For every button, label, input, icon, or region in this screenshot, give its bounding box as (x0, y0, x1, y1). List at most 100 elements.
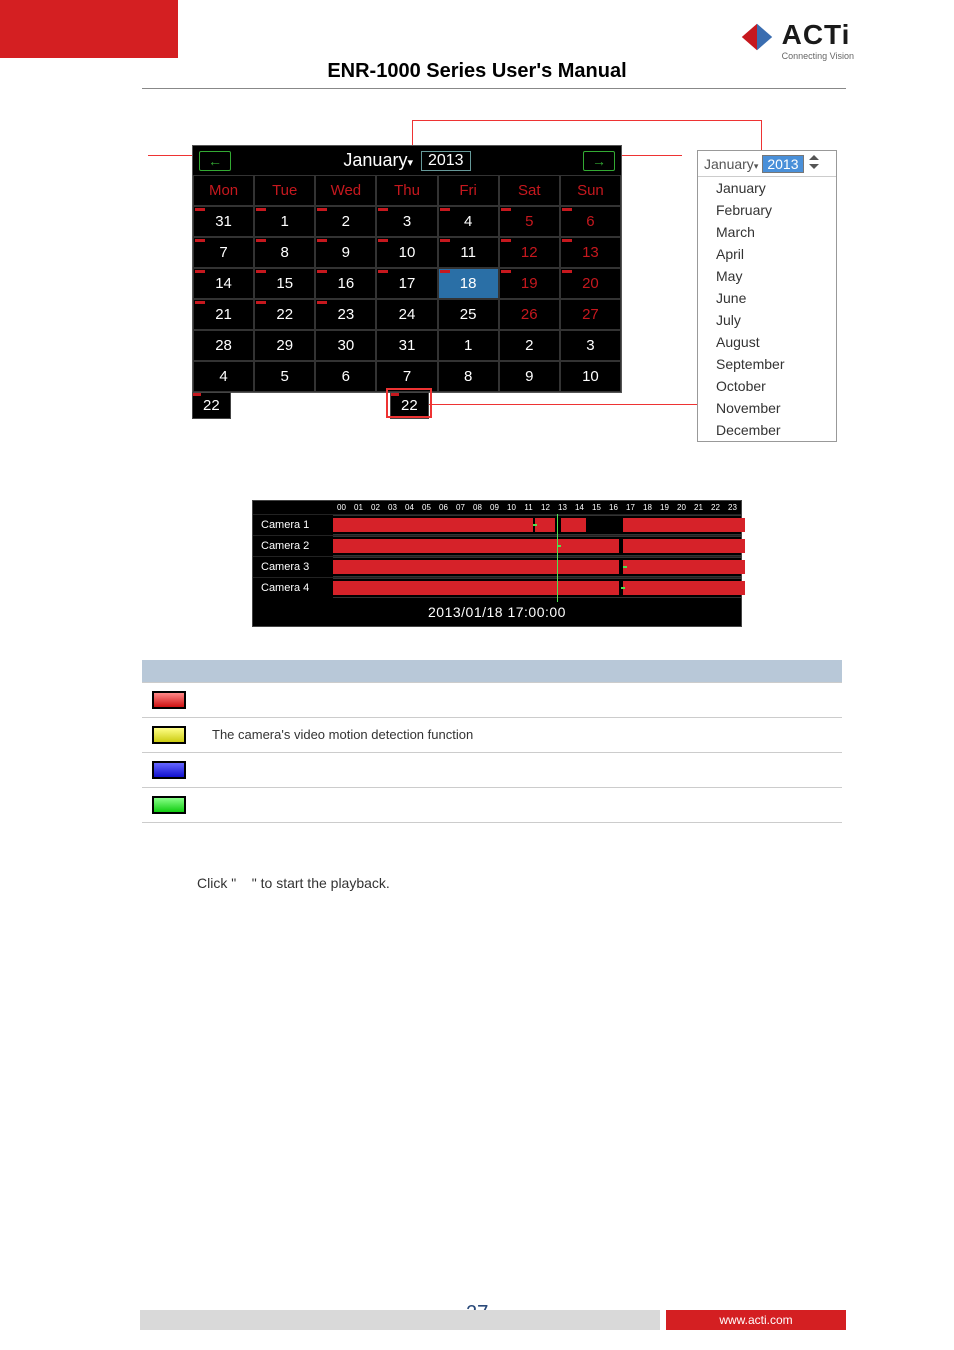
calendar-dow: Thu (376, 175, 437, 206)
timeline-camera-label: Camera 1 (253, 515, 333, 535)
calendar-day[interactable]: 19 (499, 268, 560, 299)
calendar-day[interactable]: 29 (254, 330, 315, 361)
timeline-bar[interactable] (333, 557, 741, 577)
timeline-hour-label: 09 (486, 503, 503, 512)
timeline-hour-label: 07 (452, 503, 469, 512)
calendar-year-box[interactable]: 2013 (421, 151, 471, 171)
month-dropdown-item[interactable]: December (698, 419, 836, 441)
calendar-day[interactable]: 3 (560, 330, 621, 361)
calendar-day[interactable]: 15 (254, 268, 315, 299)
calendar-day[interactable]: 25 (438, 299, 499, 330)
calendar-dow: Tue (254, 175, 315, 206)
timeline-hour-label: 16 (605, 503, 622, 512)
brand-name: ACTi (782, 19, 854, 51)
calendar-prev-button[interactable]: ← (199, 151, 231, 171)
month-dropdown-month[interactable]: January▾ (704, 156, 758, 172)
legend-swatch-icon (152, 761, 186, 779)
calendar-day[interactable]: 9 (315, 237, 376, 268)
timeline-green-dot (623, 566, 627, 568)
title-underline (142, 88, 846, 89)
calendar-day[interactable]: 11 (438, 237, 499, 268)
calendar-day[interactable]: 5 (254, 361, 315, 392)
calendar-day[interactable]: 28 (193, 330, 254, 361)
timeline-segment (333, 539, 496, 553)
month-dropdown-item[interactable]: September (698, 353, 836, 375)
calendar-day[interactable]: 4 (438, 206, 499, 237)
calendar-day[interactable]: 6 (560, 206, 621, 237)
calendar-day[interactable]: 26 (499, 299, 560, 330)
day-badge-left: 22 (192, 392, 231, 419)
month-dropdown: January▾ 2013 JanuaryFebruaryMarchAprilM… (697, 150, 837, 442)
calendar-day[interactable]: 5 (499, 206, 560, 237)
calendar-dow: Fri (438, 175, 499, 206)
timeline-segment (623, 581, 745, 595)
timeline-bar[interactable] (333, 515, 741, 535)
calendar-day[interactable]: 18 (438, 268, 499, 299)
calendar-day[interactable]: 24 (376, 299, 437, 330)
calendar-day[interactable]: 2 (315, 206, 376, 237)
calendar-month-label[interactable]: January▾ (343, 150, 413, 171)
month-dropdown-item[interactable]: August (698, 331, 836, 353)
timeline-segment (333, 518, 533, 532)
month-dropdown-item[interactable]: November (698, 397, 836, 419)
calendar-day[interactable]: 12 (499, 237, 560, 268)
calendar-day[interactable]: 4 (193, 361, 254, 392)
calendar-day[interactable]: 8 (254, 237, 315, 268)
month-dropdown-item[interactable]: June (698, 287, 836, 309)
calendar-day[interactable]: 2 (499, 330, 560, 361)
calendar-day[interactable]: 1 (438, 330, 499, 361)
timeline-hour-label: 01 (350, 503, 367, 512)
month-dropdown-item[interactable]: January (698, 177, 836, 199)
timeline-bar[interactable] (333, 578, 741, 598)
month-dropdown-item[interactable]: February (698, 199, 836, 221)
instruction-text: Click " " to start the playback. (197, 875, 390, 891)
timeline-hour-label: 05 (418, 503, 435, 512)
legend-row: The camera's video motion detection func… (142, 717, 842, 752)
calendar-day[interactable]: 1 (254, 206, 315, 237)
calendar-day[interactable]: 22 (254, 299, 315, 330)
timeline-row: Camera 2 (253, 535, 741, 556)
calendar-day[interactable]: 8 (438, 361, 499, 392)
month-dropdown-item[interactable]: April (698, 243, 836, 265)
calendar-next-button[interactable]: → (583, 151, 615, 171)
calendar-day[interactable]: 31 (193, 206, 254, 237)
calendar-day[interactable]: 7 (193, 237, 254, 268)
calendar-day[interactable]: 10 (560, 361, 621, 392)
timeline-cursor[interactable] (557, 514, 558, 602)
timeline-hour-label: 15 (588, 503, 605, 512)
timeline-bar[interactable] (333, 536, 741, 556)
timeline-segment (557, 581, 618, 595)
calendar-day[interactable]: 27 (560, 299, 621, 330)
calendar-day[interactable]: 31 (376, 330, 437, 361)
timeline-camera-label: Camera 4 (253, 578, 333, 598)
timeline-timestamp: 2013/01/18 17:00:00 (253, 598, 741, 626)
calendar-day[interactable]: 20 (560, 268, 621, 299)
month-dropdown-item[interactable]: July (698, 309, 836, 331)
timeline-segment (333, 581, 557, 595)
calendar-day[interactable]: 21 (193, 299, 254, 330)
calendar-day[interactable]: 16 (315, 268, 376, 299)
calendar-day[interactable]: 13 (560, 237, 621, 268)
legend-row (142, 682, 842, 717)
month-dropdown-year[interactable]: 2013 (762, 155, 803, 173)
year-spinner-icon[interactable] (808, 154, 820, 173)
brand-tagline: Connecting Vision (782, 51, 854, 61)
calendar-day[interactable]: 30 (315, 330, 376, 361)
calendar-day[interactable]: 14 (193, 268, 254, 299)
calendar-day[interactable]: 3 (376, 206, 437, 237)
calendar-day[interactable]: 17 (376, 268, 437, 299)
calendar-day[interactable]: 10 (376, 237, 437, 268)
document-title: ENR-1000 Series User's Manual (0, 60, 954, 83)
calendar-day[interactable]: 23 (315, 299, 376, 330)
calendar-day[interactable]: 9 (499, 361, 560, 392)
timeline-hour-label: 10 (503, 503, 520, 512)
calendar-widget: ← January▾ 2013 → MonTueWedThuFriSatSun3… (192, 145, 622, 393)
month-dropdown-item[interactable]: May (698, 265, 836, 287)
timeline-camera-label: Camera 2 (253, 536, 333, 556)
timeline-row: Camera 1 (253, 514, 741, 535)
calendar-dow: Wed (315, 175, 376, 206)
month-dropdown-item[interactable]: October (698, 375, 836, 397)
month-dropdown-item[interactable]: March (698, 221, 836, 243)
timeline-hour-label: 11 (520, 503, 537, 512)
calendar-day[interactable]: 6 (315, 361, 376, 392)
